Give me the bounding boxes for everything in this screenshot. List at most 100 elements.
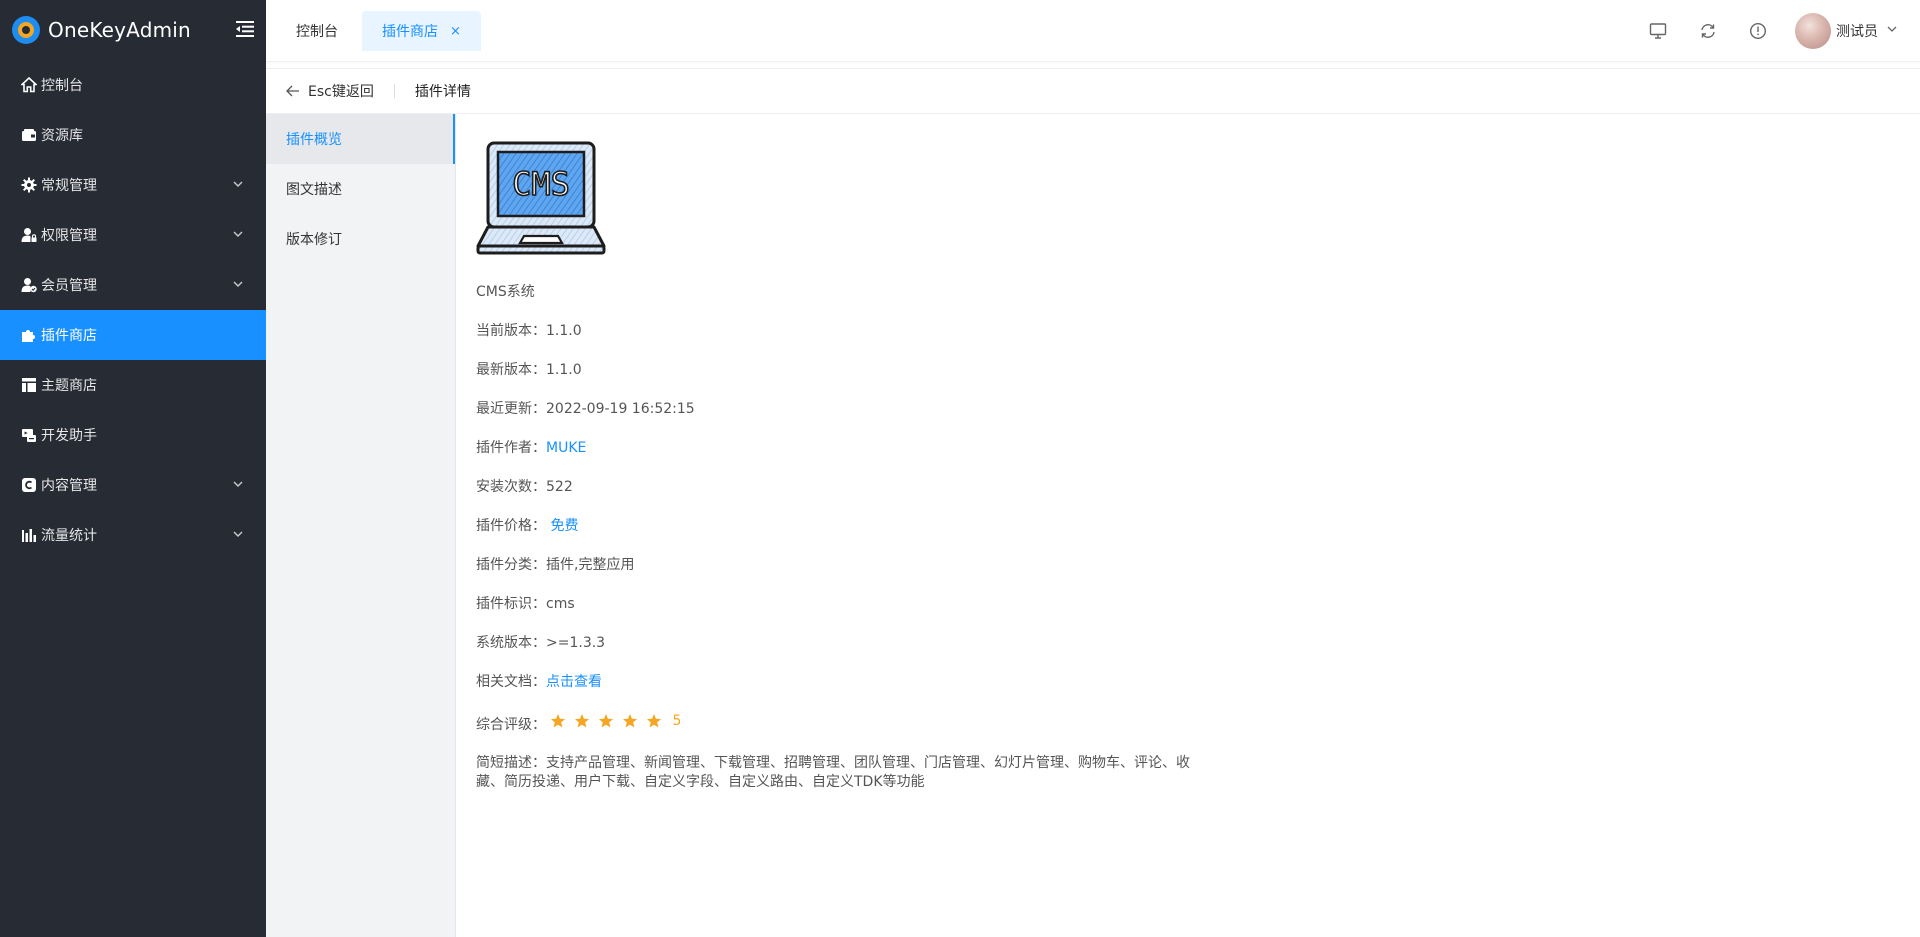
menu-collapse-icon[interactable] <box>234 18 256 40</box>
subnav-item-changelog[interactable]: 版本修订 <box>266 214 455 264</box>
sidebar-item-general[interactable]: 常规管理 <box>0 160 266 210</box>
dev-icon <box>20 427 37 444</box>
top-header: 控制台 插件商店 × 测试员 <box>266 0 1920 62</box>
price-row: 插件价格： 免费 <box>476 516 1476 555</box>
rating-value: 5 <box>672 713 682 729</box>
home-icon <box>20 77 37 94</box>
short-description: 简短描述：支持产品管理、新闻管理、下载管理、招聘管理、团队管理、门店管理、幻灯片… <box>476 754 1196 792</box>
arrow-left-icon <box>286 85 300 97</box>
chevron-down-icon <box>1886 23 1898 39</box>
user-name: 测试员 <box>1836 24 1878 40</box>
category-value: 插件,完整应用 <box>546 557 635 573</box>
rating-row: 综合评级： 5 <box>476 711 1476 750</box>
chevron-down-icon <box>232 478 244 490</box>
subnav-item-label: 插件概览 <box>286 132 342 148</box>
subnav-item-overview[interactable]: 插件概览 <box>266 114 455 164</box>
identifier-value: cms <box>546 596 575 612</box>
sidebar-item-members[interactable]: 会员管理 <box>0 260 266 310</box>
author-link[interactable]: MUKE <box>546 440 586 456</box>
installs-label: 安装次数： <box>476 479 546 495</box>
tab-dashboard[interactable]: 控制台 <box>276 11 358 51</box>
star-icon <box>622 713 638 729</box>
sidebar-item-traffic[interactable]: 流量统计 <box>0 510 266 560</box>
sidebar-item-label: 插件商店 <box>41 328 97 344</box>
detail-subnav: 插件概览 图文描述 版本修订 <box>266 114 456 937</box>
sidebar-item-label: 控制台 <box>41 78 83 94</box>
price-label: 插件价格： <box>476 518 546 534</box>
star-icon <box>598 713 614 729</box>
star-icon <box>550 713 566 729</box>
price-value: 免费 <box>550 518 579 534</box>
identifier-row: 插件标识：cms <box>476 594 1476 633</box>
sidebar-item-theme-store[interactable]: 主题商店 <box>0 360 266 410</box>
close-icon[interactable]: × <box>450 24 461 39</box>
gear-icon <box>20 177 37 194</box>
description-label: 简短描述： <box>476 755 546 771</box>
puzzle-icon <box>20 327 37 344</box>
current-version-label: 当前版本： <box>476 323 546 339</box>
subnav-item-label: 图文描述 <box>286 182 342 198</box>
updated-label: 最近更新： <box>476 401 546 417</box>
tab-label: 控制台 <box>296 24 338 40</box>
category-row: 插件分类：插件,完整应用 <box>476 555 1476 594</box>
sidebar-item-label: 流量统计 <box>41 528 97 544</box>
rating-label: 综合评级： <box>476 717 546 733</box>
system-version-value: >=1.3.3 <box>546 635 606 651</box>
user-check-icon <box>20 277 37 294</box>
back-button[interactable]: Esc键返回 <box>286 81 374 101</box>
plugin-overview: CMS CMS系统 当前版本：1.1.0 最新版本：1.1.0 最近更新：202… <box>476 140 1476 792</box>
author-row: 插件作者：MUKE <box>476 438 1476 477</box>
monitor-icon[interactable] <box>1633 0 1683 62</box>
system-version-label: 系统版本： <box>476 635 546 651</box>
sidebar-item-label: 会员管理 <box>41 278 97 294</box>
star-icon <box>646 713 662 729</box>
chevron-down-icon <box>232 178 244 190</box>
bar-chart-icon <box>20 527 37 544</box>
star-rating: 5 <box>550 711 681 731</box>
plugin-image-text: CMS <box>512 165 570 203</box>
identifier-label: 插件标识： <box>476 596 546 612</box>
sidebar-item-dashboard[interactable]: 控制台 <box>0 60 266 110</box>
docs-link[interactable]: 点击查看 <box>546 674 602 690</box>
updated-value: 2022-09-19 16:52:15 <box>546 401 695 417</box>
installs-row: 安装次数：522 <box>476 477 1476 516</box>
avatar <box>1795 13 1831 49</box>
subnav-item-description[interactable]: 图文描述 <box>266 164 455 214</box>
app-title: OneKeyAdmin <box>48 18 191 42</box>
sidebar-item-label: 主题商店 <box>41 378 97 394</box>
app-logo-icon <box>12 16 40 44</box>
sidebar-item-permissions[interactable]: 权限管理 <box>0 210 266 260</box>
sidebar-item-label: 资源库 <box>41 128 83 144</box>
system-version-row: 系统版本：>=1.3.3 <box>476 633 1476 672</box>
plugin-name: CMS系统 <box>476 282 1476 321</box>
category-label: 插件分类： <box>476 557 546 573</box>
layout-icon <box>20 377 37 394</box>
sidebar-item-dev-assistant[interactable]: 开发助手 <box>0 410 266 460</box>
tab-plugin-store[interactable]: 插件商店 × <box>362 11 481 51</box>
updated-row: 最近更新：2022-09-19 16:52:15 <box>476 399 1476 438</box>
sidebar: OneKeyAdmin 控制台 资源库 常规管理 权限管理 会员管理 插件商店 … <box>0 0 266 937</box>
back-label: Esc键返回 <box>308 84 374 100</box>
docs-label: 相关文档： <box>476 674 546 690</box>
plugin-name-text: CMS系统 <box>476 284 535 300</box>
sidebar-item-plugin-store[interactable]: 插件商店 <box>0 310 266 360</box>
latest-version-label: 最新版本： <box>476 362 546 378</box>
info-icon[interactable] <box>1733 0 1783 62</box>
user-menu[interactable]: 测试员 <box>1783 0 1920 62</box>
current-version-row: 当前版本：1.1.0 <box>476 321 1476 360</box>
sidebar-item-label: 内容管理 <box>41 478 97 494</box>
description-text: 支持产品管理、新闻管理、下载管理、招聘管理、团队管理、门店管理、幻灯片管理、购物… <box>476 755 1190 790</box>
subnav-item-label: 版本修订 <box>286 232 342 248</box>
user-lock-icon <box>20 227 37 244</box>
refresh-icon[interactable] <box>1683 0 1733 62</box>
sidebar-item-resources[interactable]: 资源库 <box>0 110 266 160</box>
star-icon <box>574 713 590 729</box>
header-divider <box>393 84 395 98</box>
wallet-icon <box>20 127 37 144</box>
copyright-icon <box>20 477 37 494</box>
sidebar-menu: 控制台 资源库 常规管理 权限管理 会员管理 插件商店 主题商店 开发助手 内容… <box>0 60 266 560</box>
docs-row: 相关文档：点击查看 <box>476 672 1476 711</box>
sidebar-item-content[interactable]: 内容管理 <box>0 460 266 510</box>
tab-label: 插件商店 <box>382 24 438 40</box>
sidebar-item-label: 常规管理 <box>41 178 97 194</box>
